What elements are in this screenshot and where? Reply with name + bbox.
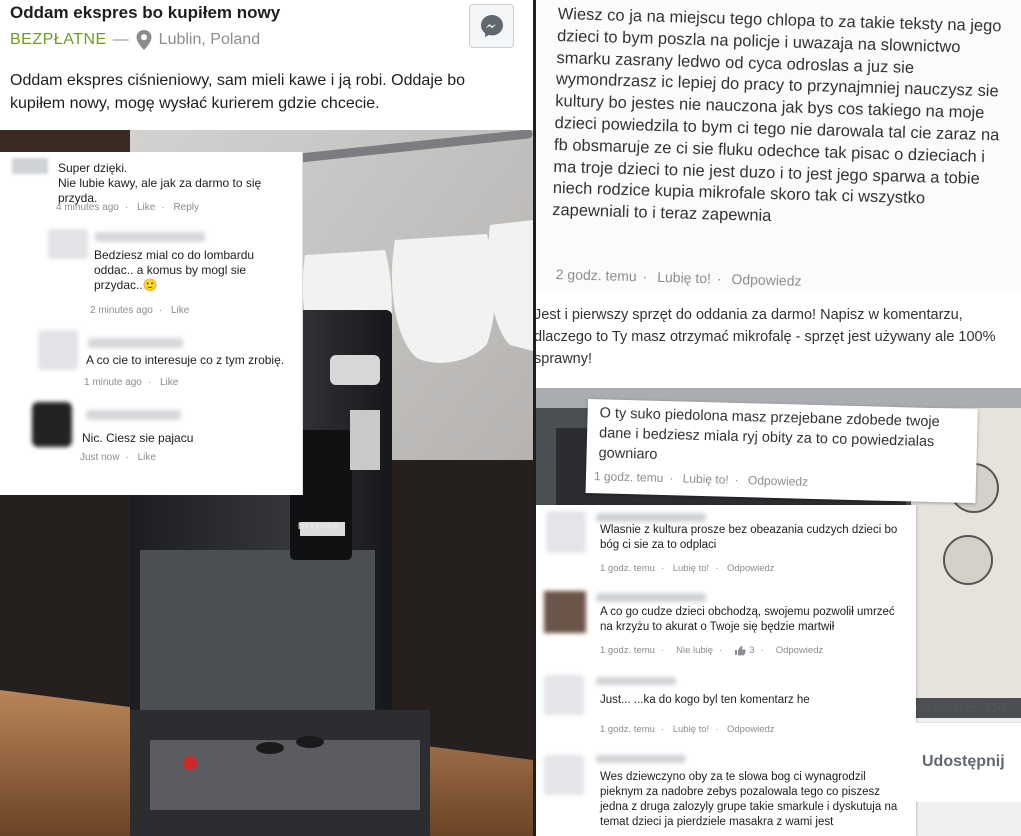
comment-time: 2 minutes ago xyxy=(90,305,153,316)
redacted-name xyxy=(596,677,676,685)
avatar xyxy=(48,229,88,259)
comment-text: Wiesz co ja na miejscu tego chlopa to za… xyxy=(551,4,1002,226)
redacted-name xyxy=(95,232,205,242)
comment-text: O ty suko piedolona masz przejebane zdob… xyxy=(598,405,940,463)
comments-panel-right: Wiesz co ja na miejscu tego chlopa to za… xyxy=(536,0,1021,836)
separator-dash: — xyxy=(112,31,129,48)
reply-link[interactable]: Odpowiedz xyxy=(776,645,824,656)
reaction-count: 3 xyxy=(749,645,755,656)
comment-meta: 2 godz. temu · Lubię to! · Odpowiedz xyxy=(555,266,802,289)
like-link[interactable]: Lubię to! xyxy=(682,472,728,487)
comment-text: A co cie to interesuje co z tym zrobię. xyxy=(86,353,285,367)
comment-meta: 1 godz. temu · Lubię to! · Odpowiedz xyxy=(600,724,775,735)
like-link[interactable]: Like xyxy=(160,377,178,388)
avatar xyxy=(12,158,48,174)
avatar xyxy=(32,402,72,447)
redacted-name xyxy=(88,338,183,348)
price-badge: BEZPŁATNE xyxy=(10,31,107,48)
comment-meta: Just now · Like xyxy=(80,452,156,463)
post-text-card: Jest i pierwszy sprzęt do oddania za dar… xyxy=(536,292,1021,388)
avatar xyxy=(546,511,586,553)
comment-time: 1 godz. temu xyxy=(600,724,655,735)
comment-text: Wlasnie z kultura prosze bez obeazania c… xyxy=(600,524,898,551)
listing-title: Oddam ekspres bo kupiłem nowy xyxy=(10,3,281,22)
location-text: Lublin, Poland xyxy=(158,31,261,48)
comment-text: A co go cudze dzieci obchodzą, swojemu p… xyxy=(600,606,895,633)
comments-overlay-left: Super dzięki. Nie lubie kawy, ale jak za… xyxy=(0,152,303,495)
comment-meta: 1 godz. temu · Lubię to! · Odpowiedz xyxy=(600,563,775,574)
comment-time: 1 minute ago xyxy=(84,377,142,388)
comment-time: Just now xyxy=(80,452,120,463)
comment-text: Just... ...ka do kogo byl ten komentarz … xyxy=(600,694,810,706)
comment-text: Bedziesz mial co do lombardu oddac.. a k… xyxy=(94,248,255,292)
reply-link[interactable]: Odpowiedz xyxy=(731,271,801,289)
avatar xyxy=(544,755,584,795)
like-link[interactable]: Like xyxy=(171,305,189,316)
comment-meta: 4 minutes ago · Like · Reply xyxy=(56,202,200,213)
redacted-name xyxy=(596,755,686,763)
reply-link[interactable]: Reply xyxy=(173,202,199,213)
listing-description: Oddam ekspres ciśnieniowy, sam mieli kaw… xyxy=(10,72,466,112)
avatar xyxy=(38,330,78,370)
dislike-link[interactable]: Nie lubię xyxy=(676,645,713,656)
comment-time: 1 godz. temu xyxy=(600,645,655,656)
comment-time: 2 godz. temu xyxy=(555,266,637,285)
like-link[interactable]: Like xyxy=(138,452,156,463)
reply-link[interactable]: Odpowiedz xyxy=(748,473,808,489)
comment-list-card: Wlasnie z kultura prosze bez obeazania c… xyxy=(536,505,916,836)
messenger-icon xyxy=(480,15,503,37)
comment-meta: 1 minute ago · Like xyxy=(84,377,179,388)
comment-meta: 1 godz. temu · Lubię to! · Odpowiedz xyxy=(593,469,809,489)
avatar xyxy=(544,591,586,633)
machine-brand-label: NIVONA xyxy=(298,521,340,531)
share-button[interactable]: Udostępnij xyxy=(922,753,1005,771)
avatar xyxy=(544,675,584,715)
comment-text: Wes dziewczyno oby za te slowa bog ci wy… xyxy=(600,771,898,828)
like-link[interactable]: Like xyxy=(137,202,155,213)
post-text: Jest i pierwszy sprzęt do oddania za dar… xyxy=(536,307,996,367)
comment-meta: 2 minutes ago · Like xyxy=(90,305,190,316)
redacted-name xyxy=(596,593,706,602)
comment-time: 1 godz. temu xyxy=(600,563,655,574)
redacted-name xyxy=(596,513,706,522)
listing-price-row: BEZPŁATNE — Lublin, Poland xyxy=(10,30,260,50)
reply-link[interactable]: Odpowiedz xyxy=(727,724,775,735)
redacted-name xyxy=(86,410,181,420)
comment-time: 4 minutes ago xyxy=(56,202,119,213)
insult-comment-card: O ty suko piedolona masz przejebane zdob… xyxy=(585,399,978,504)
comment-time: 1 godz. temu xyxy=(593,469,664,485)
like-link[interactable]: Lubię to! xyxy=(657,269,711,286)
reply-link[interactable]: Odpowiedz xyxy=(727,563,775,574)
listing-panel: Oddam ekspres bo kupiłem nowy BEZPŁATNE … xyxy=(0,0,533,836)
comments-count: omentarze: 110 xyxy=(916,700,1006,715)
thumbs-up-icon xyxy=(735,646,746,656)
location-pin-icon xyxy=(136,30,152,50)
like-link[interactable]: Lubię to! xyxy=(673,724,709,735)
like-link[interactable]: Lubię to! xyxy=(673,563,709,574)
comment-text: Super dzięki. Nie lubie kawy, ale jak za… xyxy=(58,161,262,205)
messenger-button[interactable] xyxy=(469,4,514,48)
comment-text: Nic. Ciesz sie pajacu xyxy=(82,431,194,445)
comment-meta: 1 godz. temu · Nie lubię · 3 · Odpowiedz xyxy=(600,645,824,656)
long-comment-card: Wiesz co ja na miejscu tego chlopa to za… xyxy=(536,0,1021,292)
